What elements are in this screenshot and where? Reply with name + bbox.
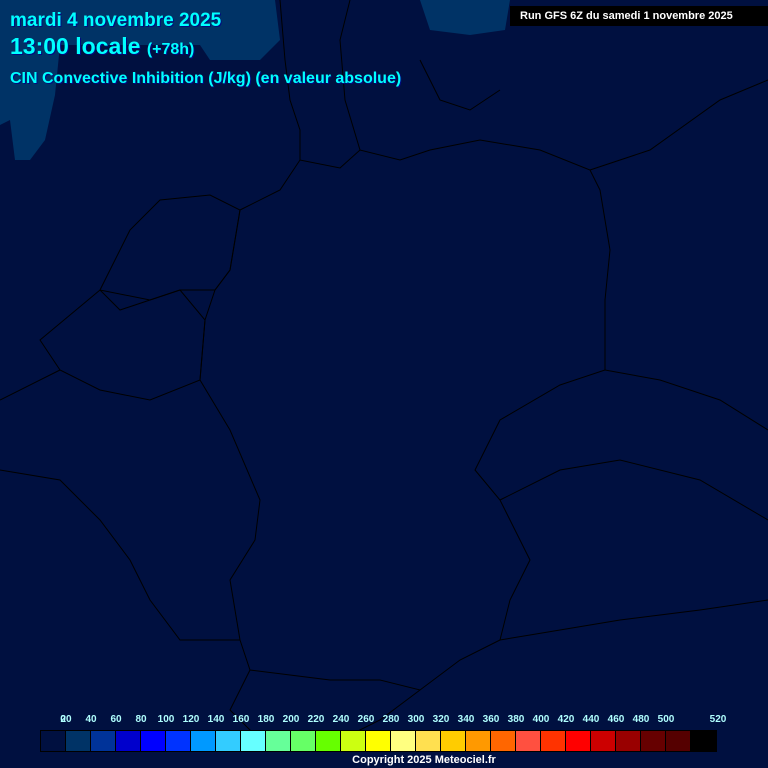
legend-swatch [616, 731, 641, 751]
legend-swatch [641, 731, 666, 751]
legend-label: 120 [182, 714, 200, 725]
legend-swatch [491, 731, 516, 751]
legend-label: 460 [607, 714, 625, 725]
legend-labels: 0 20 40 60 80 100 120 140 160 180 200 220 240 260 280 3… [0, 714, 768, 726]
legend-label: 360 [482, 714, 500, 725]
model-run-label: Run GFS 6Z du samedi 1 novembre 2025 [510, 6, 768, 26]
legend-label: 100 [157, 714, 175, 725]
legend-label: 440 [582, 714, 600, 725]
legend-swatch [466, 731, 491, 751]
legend-label: 180 [257, 714, 275, 725]
legend-swatch [341, 731, 366, 751]
legend-swatch [516, 731, 541, 751]
legend-label: 420 [557, 714, 575, 725]
legend-swatch [666, 731, 691, 751]
legend-label: 480 [632, 714, 650, 725]
legend-swatch [166, 731, 191, 751]
legend-swatch [266, 731, 291, 751]
legend-swatch [316, 731, 341, 751]
legend-label: 500 [657, 714, 675, 725]
legend-swatch [241, 731, 266, 751]
legend-swatch [291, 731, 316, 751]
legend-label: 60 [110, 714, 122, 725]
legend-label: 280 [382, 714, 400, 725]
legend-label: 340 [457, 714, 475, 725]
legend-swatch [116, 731, 141, 751]
lead-time: (+78h) [146, 41, 195, 58]
legend-swatch [91, 731, 116, 751]
legend-swatch [541, 731, 566, 751]
legend-swatch [66, 731, 91, 751]
legend-swatch [216, 731, 241, 751]
legend-label: 520 [709, 714, 727, 725]
cin-field-patch [420, 0, 510, 35]
legend-swatch [691, 731, 716, 751]
copyright: Copyright 2025 Meteociel.fr [352, 754, 496, 766]
legend-swatch [141, 731, 166, 751]
legend-label: 220 [307, 714, 325, 725]
legend-label: 320 [432, 714, 450, 725]
legend-swatch [591, 731, 616, 751]
legend-label: 80 [135, 714, 147, 725]
legend-label: 160 [232, 714, 250, 725]
legend-label: 20 [60, 714, 72, 725]
legend-swatch [566, 731, 591, 751]
legend-label: 260 [357, 714, 375, 725]
forecast-time: 13:00 locale (+78h) [10, 33, 194, 60]
legend-swatch [366, 731, 391, 751]
legend-swatch [41, 731, 66, 751]
forecast-date: mardi 4 novembre 2025 [10, 10, 222, 31]
legend-swatch [416, 731, 441, 751]
legend-label: 400 [532, 714, 550, 725]
legend-label: 380 [507, 714, 525, 725]
legend-swatch [191, 731, 216, 751]
legend-swatch [441, 731, 466, 751]
color-legend [40, 730, 717, 752]
parameter-title: CIN Convective Inhibition (J/kg) (en val… [10, 70, 402, 87]
legend-label: 140 [207, 714, 225, 725]
legend-swatch [391, 731, 416, 751]
legend-label: 300 [407, 714, 425, 725]
map-germany-cin [0, 0, 768, 768]
local-time: 13:00 locale [10, 33, 141, 59]
legend-label: 240 [332, 714, 350, 725]
legend-label: 200 [282, 714, 300, 725]
legend-label: 40 [85, 714, 97, 725]
